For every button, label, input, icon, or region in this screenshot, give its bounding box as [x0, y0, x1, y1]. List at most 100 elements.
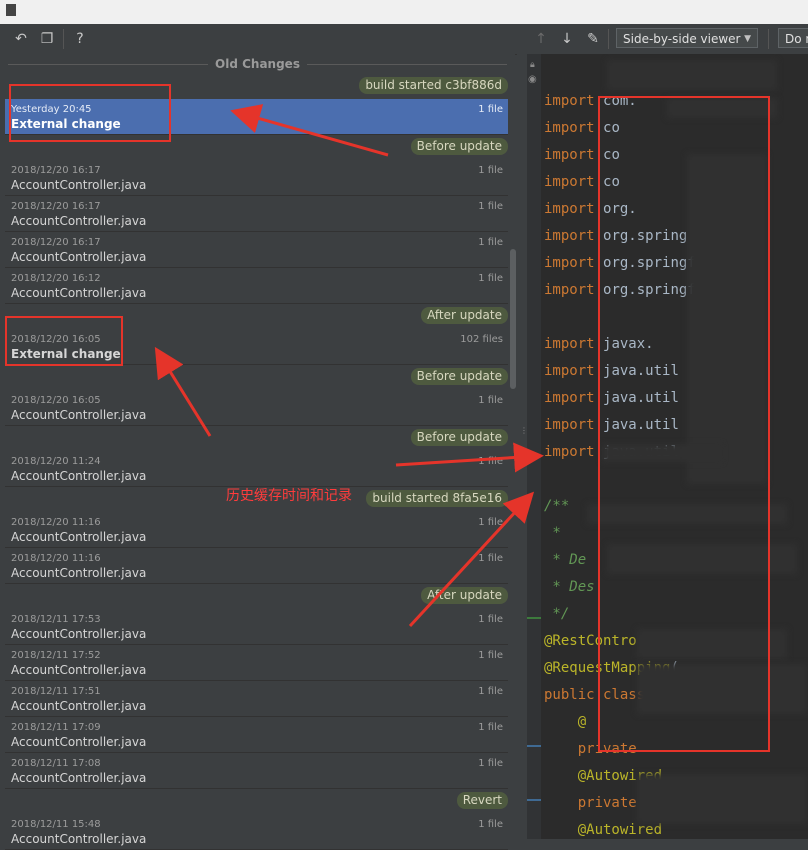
history-item-date: 2018/12/20 16:17: [11, 201, 101, 212]
history-label-row: After update: [5, 584, 508, 609]
code-token: import: [544, 444, 604, 460]
history-label: build started c3bf886d: [359, 77, 508, 94]
code-line: * De: [544, 547, 586, 574]
history-item-file-count: 1 file: [478, 686, 503, 697]
history-item[interactable]: 2018/12/11 17:51 AccountController.java 1 …: [5, 681, 508, 717]
history-item[interactable]: 2018/12/20 11:16 AccountController.java 1 …: [5, 512, 508, 548]
code-token: import: [544, 363, 604, 379]
code-token: import: [544, 120, 604, 136]
history-item-file-count: 1 file: [478, 201, 503, 212]
toolbar-separator: [608, 29, 609, 49]
history-item-file-count: 102 files: [460, 334, 503, 345]
history-item[interactable]: 2018/12/20 16:17 AccountController.java 1 …: [5, 196, 508, 232]
change-marker: [527, 799, 541, 801]
history-item[interactable]: 2018/12/11 17:09 AccountController.java 1 …: [5, 717, 508, 753]
history-item-file-count: 1 file: [478, 758, 503, 769]
history-label: build started 8fa5e16: [366, 490, 508, 507]
history-item-date: 2018/12/20 16:17: [11, 237, 101, 248]
change-marker: [527, 745, 541, 747]
history-item-date: 2018/12/11 17:53: [11, 614, 101, 625]
code-token: * De: [544, 552, 587, 568]
code-token: import: [544, 390, 604, 406]
toolbar-separator: [63, 29, 64, 49]
history-item-name: AccountController.java: [11, 214, 147, 228]
revert-icon[interactable]: ↶: [12, 30, 30, 48]
help-icon[interactable]: ?: [71, 30, 89, 48]
history-item-name: AccountController.java: [11, 663, 147, 677]
code-token: *: [544, 525, 561, 541]
editor-gutter: 🔒︎ ◉: [527, 54, 541, 839]
history-item[interactable]: 2018/12/11 17:08 AccountController.java 1 …: [5, 753, 508, 789]
history-label: Before update: [410, 368, 508, 385]
code-token: import: [544, 228, 604, 244]
history-label-row: Before update: [5, 426, 508, 451]
history-item-name: AccountController.java: [11, 286, 147, 300]
next-diff-icon[interactable]: ↓: [558, 30, 576, 48]
history-item[interactable]: 2018/12/11 17:52 AccountController.java 1 …: [5, 645, 508, 681]
history-item-file-count: 1 file: [478, 273, 503, 284]
history-item[interactable]: 2018/12/20 11:16 AccountController.java 1 …: [5, 548, 508, 584]
history-item[interactable]: 2018/12/20 16:17 AccountController.java 1 …: [5, 232, 508, 268]
code-token: import: [544, 147, 604, 163]
code-token: import: [544, 174, 604, 190]
history-item-file-count: 1 file: [478, 395, 503, 406]
annotation-label: 历史缓存时间和记录: [226, 488, 352, 504]
redacted-area: [607, 60, 777, 90]
history-item-name: AccountController.java: [11, 627, 147, 641]
history-item[interactable]: 2018/12/11 17:53 AccountController.java 1 …: [5, 609, 508, 645]
history-list: build started c3bf886d Yesterday 20:45 Ext…: [5, 74, 508, 850]
history-label: After update: [421, 587, 508, 604]
history-label: Before update: [410, 429, 508, 446]
window-title-bar: [0, 0, 808, 24]
code-line: /**: [544, 493, 569, 520]
redacted-area: [637, 774, 807, 824]
code-token: import: [544, 336, 604, 352]
history-item-file-count: 1 file: [478, 650, 503, 661]
history-panel: Old Changes build started c3bf886d Yester…: [0, 54, 516, 850]
code-token: import: [544, 417, 604, 433]
history-item[interactable]: 2018/12/20 11:24 AccountController.java 1 …: [5, 451, 508, 487]
code-token: import: [544, 255, 604, 271]
history-item-date: 2018/12/20 11:24: [11, 456, 101, 467]
chevron-down-icon: ▼: [744, 34, 751, 44]
code-token: @: [577, 714, 587, 730]
history-item[interactable]: 2018/12/20 16:17 AccountController.java 1 …: [5, 160, 508, 196]
history-item-name: AccountController.java: [11, 832, 147, 846]
history-item-name: AccountController.java: [11, 469, 147, 483]
ignore-policy-label: Do n: [785, 32, 808, 46]
splitter-grip-icon[interactable]: ⋮: [520, 426, 528, 440]
history-label: After update: [421, 307, 508, 324]
history-item-name: AccountController.java: [11, 178, 147, 192]
viewer-mode-select[interactable]: Side-by-side viewer ▼: [616, 28, 758, 48]
code-token: private: [577, 795, 646, 811]
highlight-box: [9, 84, 171, 142]
history-item-date: 2018/12/20 16:17: [11, 165, 101, 176]
history-item-date: 2018/12/11 17:09: [11, 722, 101, 733]
lock-icon: 🔒︎: [530, 60, 535, 70]
history-item-date: 2018/12/20 16:12: [11, 273, 101, 284]
prev-diff-icon[interactable]: ↑: [532, 30, 550, 48]
history-label: Before update: [410, 138, 508, 155]
code-token: /**: [544, 498, 570, 514]
history-label-row: Before update: [5, 365, 508, 390]
history-item[interactable]: 2018/12/20 16:12 AccountController.java 1 …: [5, 268, 508, 304]
history-item-name: AccountController.java: [11, 530, 147, 544]
history-item-date: 2018/12/11 17:52: [11, 650, 101, 661]
history-item-file-count: 1 file: [478, 614, 503, 625]
history-scrollbar[interactable]: [510, 249, 516, 389]
splitter[interactable]: ⋮: [517, 54, 528, 839]
history-item-name: AccountController.java: [11, 699, 147, 713]
history-item-name: AccountController.java: [11, 735, 147, 749]
history-item[interactable]: 2018/12/11 15:48 AccountController.java 1 …: [5, 814, 508, 850]
edit-icon[interactable]: ✎: [584, 30, 602, 48]
history-item-file-count: 1 file: [478, 237, 503, 248]
copy-icon[interactable]: ❐: [38, 30, 56, 48]
viewer-mode-label: Side-by-side viewer: [623, 32, 741, 46]
ignore-policy-select[interactable]: Do n: [778, 28, 808, 48]
code-line: @: [544, 709, 586, 736]
history-item[interactable]: 2018/12/20 16:05 AccountController.java 1 …: [5, 390, 508, 426]
highlight-box: [5, 316, 123, 366]
